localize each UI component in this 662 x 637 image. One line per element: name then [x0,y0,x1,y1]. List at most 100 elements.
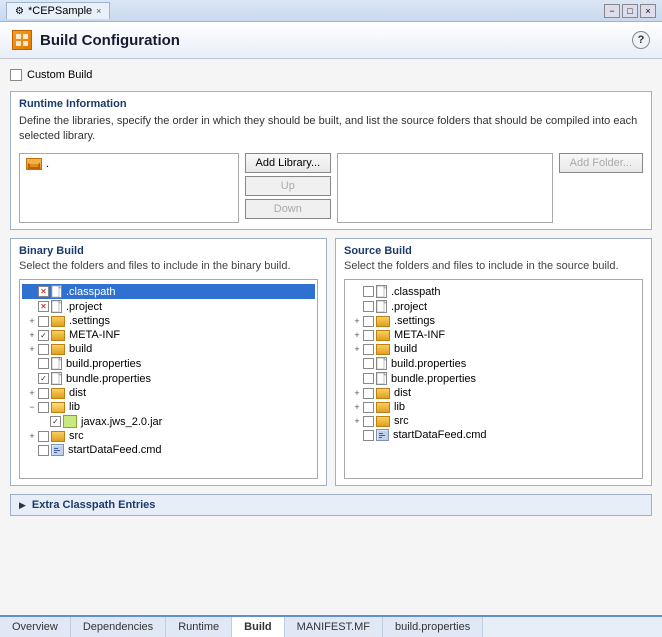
expand-icon[interactable]: + [26,430,38,442]
minimize-button[interactable]: − [604,4,620,18]
help-button[interactable]: ? [632,31,650,49]
tree-item[interactable]: +.settings [22,314,315,328]
bottom-tab-manifest-mf[interactable]: MANIFEST.MF [285,617,383,637]
expand-icon[interactable] [351,301,363,313]
tree-item[interactable]: .classpath [347,284,640,299]
tree-item[interactable]: +lib [347,400,640,414]
add-folder-button[interactable]: Add Folder... [559,153,643,173]
expand-icon[interactable] [351,373,363,385]
tree-checkbox[interactable] [38,402,49,413]
expand-icon[interactable]: + [26,343,38,355]
tree-item-label: build [69,343,92,355]
tree-checkbox[interactable] [38,316,49,327]
runtime-info-desc: Define the libraries, specify the order … [19,114,643,145]
tree-checkbox[interactable] [363,402,374,413]
bottom-tab-build[interactable]: Build [232,617,285,637]
tree-checkbox[interactable] [38,358,49,369]
expand-icon[interactable]: − [26,401,38,413]
tree-checkbox[interactable] [38,330,49,341]
expand-icon[interactable] [38,416,50,428]
tree-checkbox[interactable] [363,373,374,384]
tree-item-label: bundle.properties [66,373,151,385]
tree-item[interactable]: +src [347,414,640,428]
tree-checkbox[interactable] [38,431,49,442]
tree-checkbox[interactable] [38,445,49,456]
bottom-tab-dependencies[interactable]: Dependencies [71,617,166,637]
maximize-button[interactable]: □ [622,4,638,18]
expand-icon[interactable]: + [351,415,363,427]
tree-checkbox[interactable] [38,301,49,312]
tree-item[interactable]: javax.jws_2.0.jar [22,414,315,429]
tree-checkbox[interactable] [363,330,374,341]
tree-item-label: javax.jws_2.0.jar [81,416,162,428]
tree-item[interactable]: +META-INF [22,328,315,342]
tree-item[interactable]: startDataFeed.cmd [347,428,640,442]
folder-icon [51,431,65,442]
tree-checkbox[interactable] [363,301,374,312]
expand-icon[interactable]: + [351,315,363,327]
tree-item[interactable]: .project [22,299,315,314]
custom-build-checkbox[interactable] [10,69,22,81]
expand-icon[interactable] [26,444,38,456]
tree-item[interactable]: bundle.properties [347,371,640,386]
tree-item-label: build.properties [391,358,466,370]
tree-checkbox[interactable] [363,430,374,441]
expand-icon[interactable] [351,429,363,441]
tree-checkbox[interactable] [363,286,374,297]
tree-checkbox[interactable] [363,344,374,355]
tree-item[interactable]: startDataFeed.cmd [22,443,315,457]
expand-icon[interactable] [351,286,363,298]
tree-item[interactable]: +build [347,342,640,356]
down-button[interactable]: Down [245,199,332,219]
tree-checkbox[interactable] [363,358,374,369]
tree-checkbox[interactable] [38,373,49,384]
tree-checkbox[interactable] [38,388,49,399]
expand-icon[interactable] [351,358,363,370]
tree-item[interactable]: .project [347,299,640,314]
tree-item[interactable]: + dist [347,386,640,400]
tree-item[interactable]: +META-INF [347,328,640,342]
runtime-buttons: Add Library... Up Down [245,153,332,219]
expand-icon[interactable] [26,286,38,298]
tree-item[interactable]: build.properties [347,356,640,371]
expand-icon[interactable]: + [351,387,363,399]
tree-checkbox[interactable] [38,286,49,297]
expand-icon[interactable]: + [26,315,38,327]
tree-checkbox[interactable] [363,388,374,399]
expand-icon[interactable]: + [26,329,38,341]
expand-icon[interactable] [26,358,38,370]
file-icon [376,300,387,313]
close-button[interactable]: × [640,4,656,18]
extra-classpath-section[interactable]: ▶ Extra Classpath Entries [10,494,652,516]
tree-checkbox[interactable] [38,344,49,355]
tree-item[interactable]: +dist [22,386,315,400]
bottom-tab-runtime[interactable]: Runtime [166,617,232,637]
tree-checkbox[interactable] [50,416,61,427]
tree-item[interactable]: .classpath [22,284,315,299]
up-button[interactable]: Up [245,176,332,196]
bottom-tab-overview[interactable]: Overview [0,617,71,637]
close-tab-icon[interactable]: × [96,6,101,16]
expand-icon[interactable]: + [351,401,363,413]
expand-icon[interactable]: + [26,387,38,399]
tree-item-label: .classpath [66,286,116,298]
tree-item-label: .settings [394,315,435,327]
expand-icon[interactable] [26,373,38,385]
expand-icon[interactable] [26,301,38,313]
tree-item[interactable]: build.properties [22,356,315,371]
tree-checkbox[interactable] [363,316,374,327]
bottom-tab-build-properties[interactable]: build.properties [383,617,483,637]
expand-icon[interactable]: + [351,343,363,355]
add-library-button[interactable]: Add Library... [245,153,332,173]
cmd-icon [376,429,389,441]
expand-icon[interactable]: + [351,329,363,341]
tree-item[interactable]: + .settings [347,314,640,328]
editor-tab[interactable]: ⚙ *CEPSample × [6,2,110,19]
tree-checkbox[interactable] [363,416,374,427]
tree-item-label: dist [394,387,411,399]
tree-item[interactable]: + build [22,342,315,356]
tree-item[interactable]: −lib [22,400,315,414]
tree-item[interactable]: +src [22,429,315,443]
file-icon [51,357,62,370]
tree-item[interactable]: bundle.properties [22,371,315,386]
